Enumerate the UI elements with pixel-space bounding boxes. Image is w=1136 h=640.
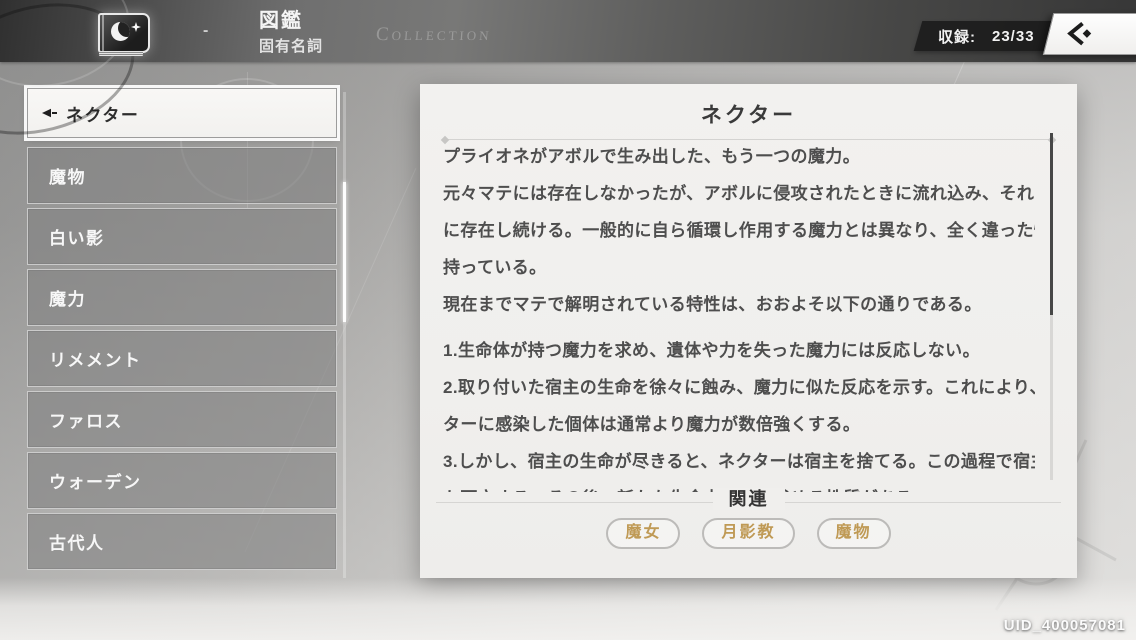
sidebar-scrollbar-thumb[interactable] [343,182,346,322]
related-tag-button[interactable]: 月影教 [702,518,794,549]
header-title-group: 図鑑 固有名詞 [259,10,323,56]
sidebar-item-label: 白い影 [49,224,105,249]
article-line: 3.しかし、宿主の生命が尽きると、ネクターは宿主を捨てる。この過程で宿主は狂う [443,443,1035,480]
sidebar-item-label: ファロス [49,407,123,432]
sidebar-item-label: リメメント [49,346,142,371]
book-icon [98,13,150,53]
article-line: 2.取り付いた宿主の生命を徐々に蝕み、魔力に似た反応を示す。これにより、ネク [443,369,1035,406]
sidebar-item[interactable]: 魔物 [27,147,337,204]
sidebar-item-label: 古代人 [49,529,105,554]
sidebar-item[interactable]: リメメント [27,330,337,387]
article-scrollbar-thumb[interactable] [1050,133,1053,315]
related-tag-button[interactable]: 魔物 [817,518,891,549]
related-section: 関連 魔女月影教魔物 [436,488,1061,549]
back-button[interactable] [1043,13,1136,55]
glossary-list: ネクター魔物白い影魔力リメメントファロスウォーデン古代人 [27,88,337,574]
article-scrollbar[interactable] [1050,133,1053,480]
collection-count-badge: 収録: 23/33 [914,21,1059,51]
back-chevron-icon [1065,21,1093,47]
sidebar-item-label: ウォーデン [49,468,142,493]
sidebar-item-label: 魔物 [49,163,86,188]
collection-count-label: 収録: [938,26,976,47]
article-line: 持っている。 [443,249,1035,286]
sidebar-item[interactable]: ウォーデン [27,452,337,509]
article-line: 元々マテには存在しなかったが、アボルに侵攻されたときに流れ込み、それ以来マテ [443,175,1035,212]
sidebar-item[interactable]: ファロス [27,391,337,448]
top-bar: - 図鑑 固有名詞 Collection 収録: 23/33 [0,0,1136,62]
article-title: ネクター [420,84,1077,129]
related-label: 関連 [713,488,785,510]
article-line [443,323,1035,332]
collection-count-value: 23/33 [992,28,1035,45]
article-body: プライオネがアボルで生み出した、もう一つの魔力。元々マテには存在しなかったが、ア… [443,138,1035,492]
related-tag-button[interactable]: 魔女 [606,518,680,549]
encyclopedia-screen: - 図鑑 固有名詞 Collection 収録: 23/33 ネクター魔物白い影… [0,0,1136,640]
sidebar-item[interactable]: 魔力 [27,269,337,326]
detail-panel: ネクター プライオネがアボルで生み出した、もう一つの魔力。元々マテには存在しなか… [420,84,1077,578]
sidebar-scrollbar[interactable] [343,92,346,578]
page-subtitle: 固有名詞 [259,35,323,56]
page-title: 図鑑 [259,10,323,32]
crescent-moon-icon [111,22,130,41]
article-line: 現在までマテで解明されている特性は、おおよそ以下の通りである。 [443,286,1035,323]
article-line: 1.生命体が持つ魔力を求め、遺体や力を失った魔力には反応しない。 [443,332,1035,369]
collection-watermark: Collection [375,24,492,46]
article-line: ターに感染した個体は通常より魔力が数倍強くする。 [443,406,1035,443]
sidebar-item-label: 魔力 [49,285,86,310]
header-dash: - [203,22,208,40]
related-tags-row: 魔女月影教魔物 [436,518,1061,549]
article-line: に存在し続ける。一般的に自ら循環し作用する魔力とは異なり、全く違った性質を [443,212,1035,249]
article-line: プライオネがアボルで生み出した、もう一つの魔力。 [443,138,1035,175]
uid-label: UID_400057081 [1004,617,1126,634]
sidebar-item[interactable]: 古代人 [27,513,337,570]
sidebar-item[interactable]: 白い影 [27,208,337,265]
